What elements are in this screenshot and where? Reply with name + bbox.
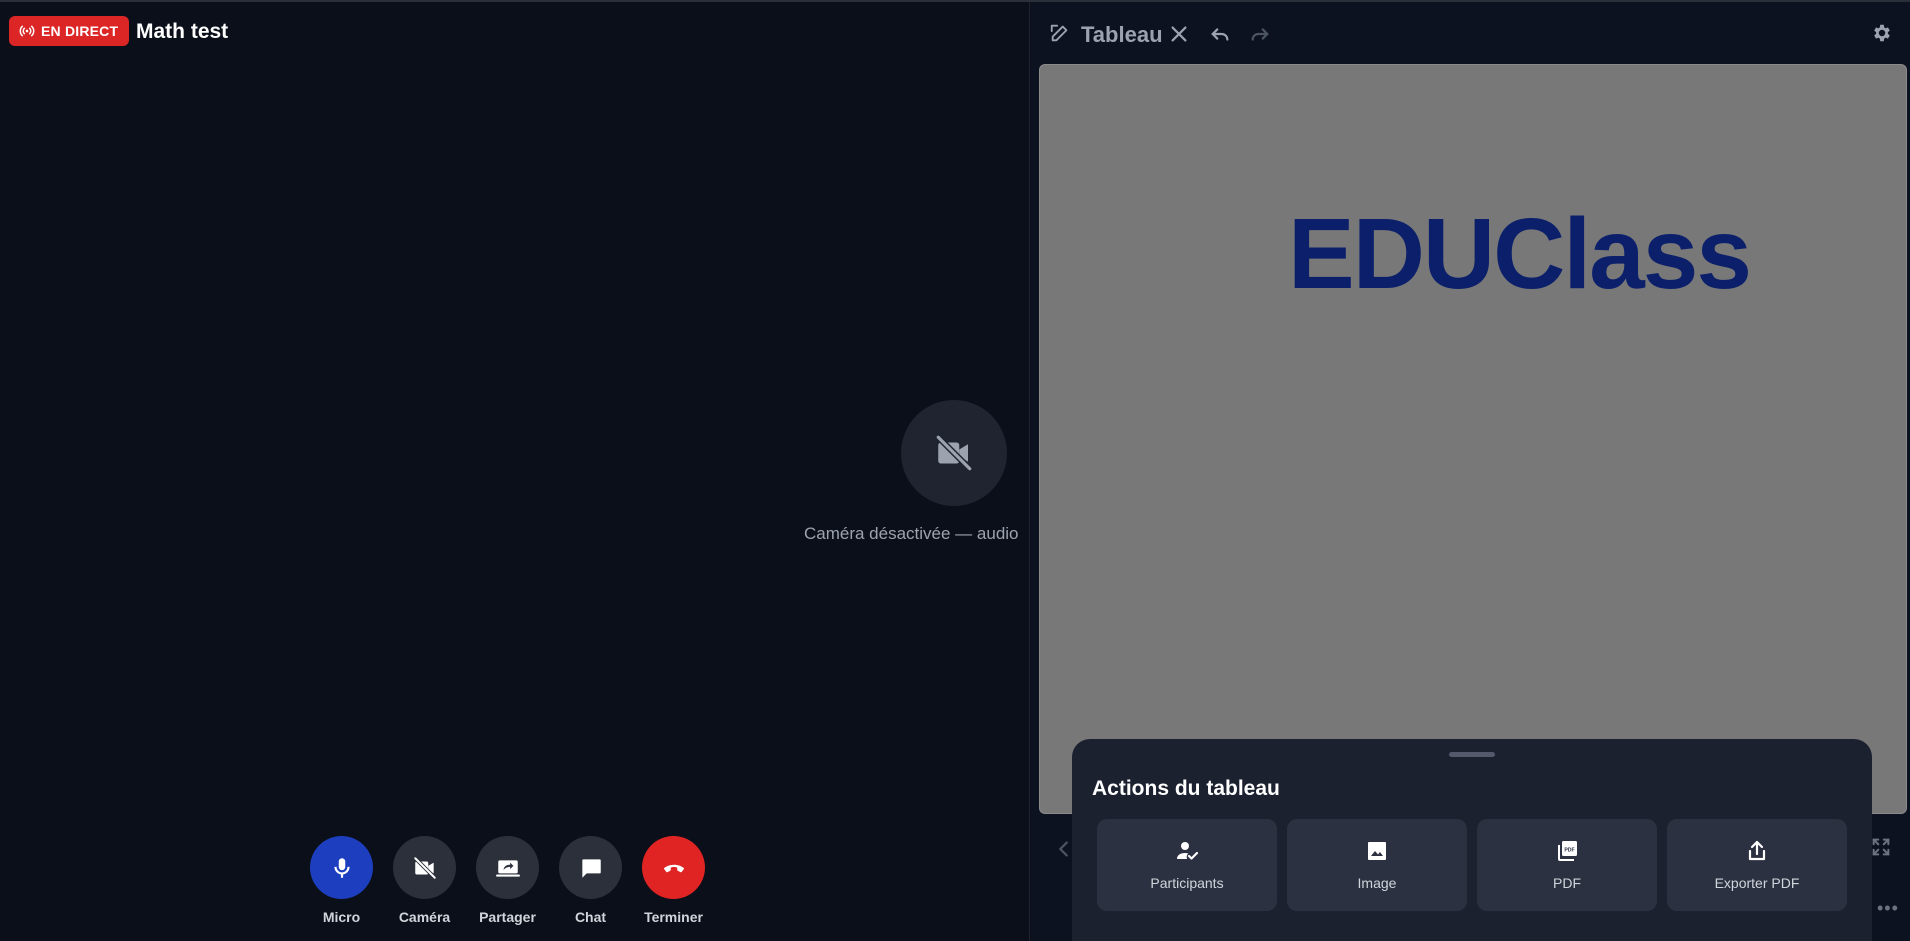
call-controls: Micro Caméra Partager Chat Terminer [310,836,705,925]
control-camera: Caméra [393,836,456,925]
broadcast-icon [19,25,35,37]
camera-off-message: Caméra désactivée — audio [804,524,1019,543]
participants-action-button[interactable]: Participants [1097,819,1277,911]
microphone-icon [333,857,350,878]
pdf-action-button[interactable]: PDF PDF [1477,819,1657,911]
whiteboard-panel: Tableau EDUClass ••• Actions du tableau … [1031,2,1910,941]
chat-button[interactable] [559,836,622,899]
image-icon [1368,842,1386,860]
live-badge-label: EN DIRECT [41,23,119,39]
settings-button[interactable] [1871,22,1893,44]
fullscreen-icon [1872,838,1890,856]
redo-button[interactable] [1249,23,1271,45]
board-actions-sheet: Actions du tableau Participants Image PD… [1072,739,1872,941]
mic-label: Micro [322,909,361,925]
live-badge: EN DIRECT [9,16,130,46]
sheet-drag-handle[interactable] [1449,752,1495,757]
whiteboard-canvas[interactable]: EDUClass [1039,64,1907,814]
export-pdf-action-label: Exporter PDF [1714,875,1800,891]
sheet-title: Actions du tableau [1092,777,1280,800]
svg-text:PDF: PDF [1564,847,1574,853]
mic-button[interactable] [310,836,373,899]
pen-tool-button[interactable] [1049,22,1071,44]
export-icon [1748,840,1766,861]
control-mic: Micro [310,836,373,925]
control-chat: Chat [559,836,622,925]
whiteboard-title: Tableau [1081,22,1163,47]
edit-icon [1050,24,1068,42]
pdf-action-label: PDF [1553,875,1581,891]
fullscreen-button[interactable] [1870,836,1892,858]
pdf-icon: PDF [1558,841,1577,861]
whiteboard-text: EDUClass [1288,198,1752,310]
control-end: Terminer [642,836,705,925]
close-icon [1171,26,1187,42]
share-label: Partager [479,909,536,925]
gear-icon [1874,24,1890,42]
image-action-label: Image [1357,875,1397,891]
screen-share-icon [495,859,520,877]
end-call-label: Terminer [644,909,703,925]
control-share: Partager [476,836,539,925]
camera-off-placeholder [901,400,1007,506]
close-board-button[interactable] [1168,23,1190,45]
video-panel: EN DIRECT Math test Caméra désactivée — … [0,2,1030,941]
room-title: Math test [136,20,229,43]
camera-label: Caméra [398,909,451,925]
end-call-button[interactable] [642,836,705,899]
whiteboard-toolbar: Tableau [1031,2,1910,64]
participants-icon [1177,842,1199,860]
image-action-button[interactable]: Image [1287,819,1467,911]
chat-icon [581,858,601,878]
camera-off-icon [412,855,437,880]
undo-button[interactable] [1209,23,1231,45]
export-pdf-action-button[interactable]: Exporter PDF [1667,819,1847,911]
camera-button[interactable] [393,836,456,899]
undo-icon [1211,28,1229,41]
share-button[interactable] [476,836,539,899]
hang-up-icon [663,864,684,872]
redo-icon [1251,28,1269,41]
chat-label: Chat [574,909,607,925]
camera-off-icon [935,434,973,472]
more-options-icon[interactable]: ••• [1877,898,1899,919]
participants-action-label: Participants [1150,875,1224,891]
sheet-actions: Participants Image PDF PDF Exporter PDF [1097,819,1847,911]
app-window: EN DIRECT Math test Caméra désactivée — … [0,0,1910,941]
